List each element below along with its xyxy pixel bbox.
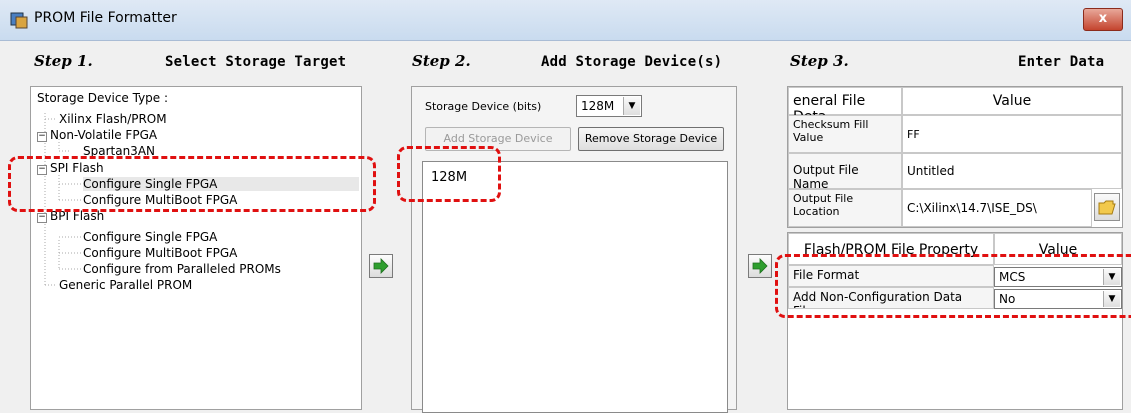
step2-panel: Storage Device (bits) 128M ▼ Add Storage… [411,86,737,413]
tree-item-label: Generic Parallel PROM [59,278,193,292]
general-header: eneral File Deta [788,87,902,125]
output-file-name-field[interactable]: Untitled [902,153,1122,189]
window-title: PROM File Formatter [34,10,177,26]
checksum-label: Checksum Fill Value [788,115,902,153]
right-arrow-icon [373,258,389,274]
add-target-arrow-button[interactable] [369,254,393,278]
title-bar: PROM File Formatter x [0,0,1131,41]
tree-item-label: Configure from Paralleled PROMs [83,262,281,276]
tree-item-label: Non-Volatile FPGA [50,128,158,142]
add-device-arrow-button[interactable] [748,254,772,278]
close-button[interactable]: x [1083,8,1123,31]
step3-title: Enter Data [1018,54,1105,70]
storage-device-size-label: Storage Device (bits) [425,100,542,113]
output-file-location-field[interactable]: C:\Xilinx\14.7\ISE_DS\ [902,189,1092,227]
step2-label: Step 2. [412,52,471,70]
value-header: Value [902,87,1122,115]
tree-item-configure-from-paralleled-proms[interactable]: Configure from Paralleled PROMs [83,262,281,276]
step3-label: Step 3. [790,52,849,70]
storage-device-size-value: 128M [581,99,615,113]
tree-item-xilinx-flash-prom[interactable]: Xilinx Flash/PROM [59,112,167,126]
collapse-icon[interactable]: − [37,213,47,223]
browse-folder-button[interactable] [1094,193,1120,221]
flash-property-highlight [775,254,1131,318]
chevron-down-icon: ▼ [623,97,640,115]
collapse-icon[interactable]: − [37,132,47,142]
tree-item-label: Configure Single FPGA [83,230,218,244]
step1-title: Select Storage Target [165,54,347,70]
tree-item-bpi-configure-multiboot-fpga[interactable]: Configure MultiBoot FPGA [83,246,237,260]
output-file-name-label: Output File Name [788,153,902,189]
device-128m-highlight [397,146,501,202]
storage-device-size-select[interactable]: 128M ▼ [576,95,642,117]
storage-tree-panel: Storage Device Type : Xilinx Flash/PROM … [30,86,362,410]
step2-title: Add Storage Device(s) [541,54,723,70]
spi-flash-highlight [8,156,376,212]
step1-label: Step 1. [34,52,93,70]
tree-item-generic-parallel-prom[interactable]: Generic Parallel PROM [59,278,192,292]
tree-item-non-volatile-fpga[interactable]: − Non-Volatile FPGA [37,128,157,142]
tree-item-bpi-configure-single-fpga[interactable]: Configure Single FPGA [83,230,217,244]
output-file-location-label: Output File Location [788,189,902,227]
tree-item-label: Xilinx Flash/PROM [59,112,167,126]
remove-storage-device-button[interactable]: Remove Storage Device [578,127,724,151]
checksum-value[interactable]: FF [902,115,1122,153]
app-icon [10,12,28,29]
tree-item-label: Configure MultiBoot FPGA [83,246,238,260]
right-arrow-icon [752,258,768,274]
folder-icon [1098,200,1116,215]
general-file-details-table: eneral File Deta Value Checksum Fill Val… [787,86,1123,228]
